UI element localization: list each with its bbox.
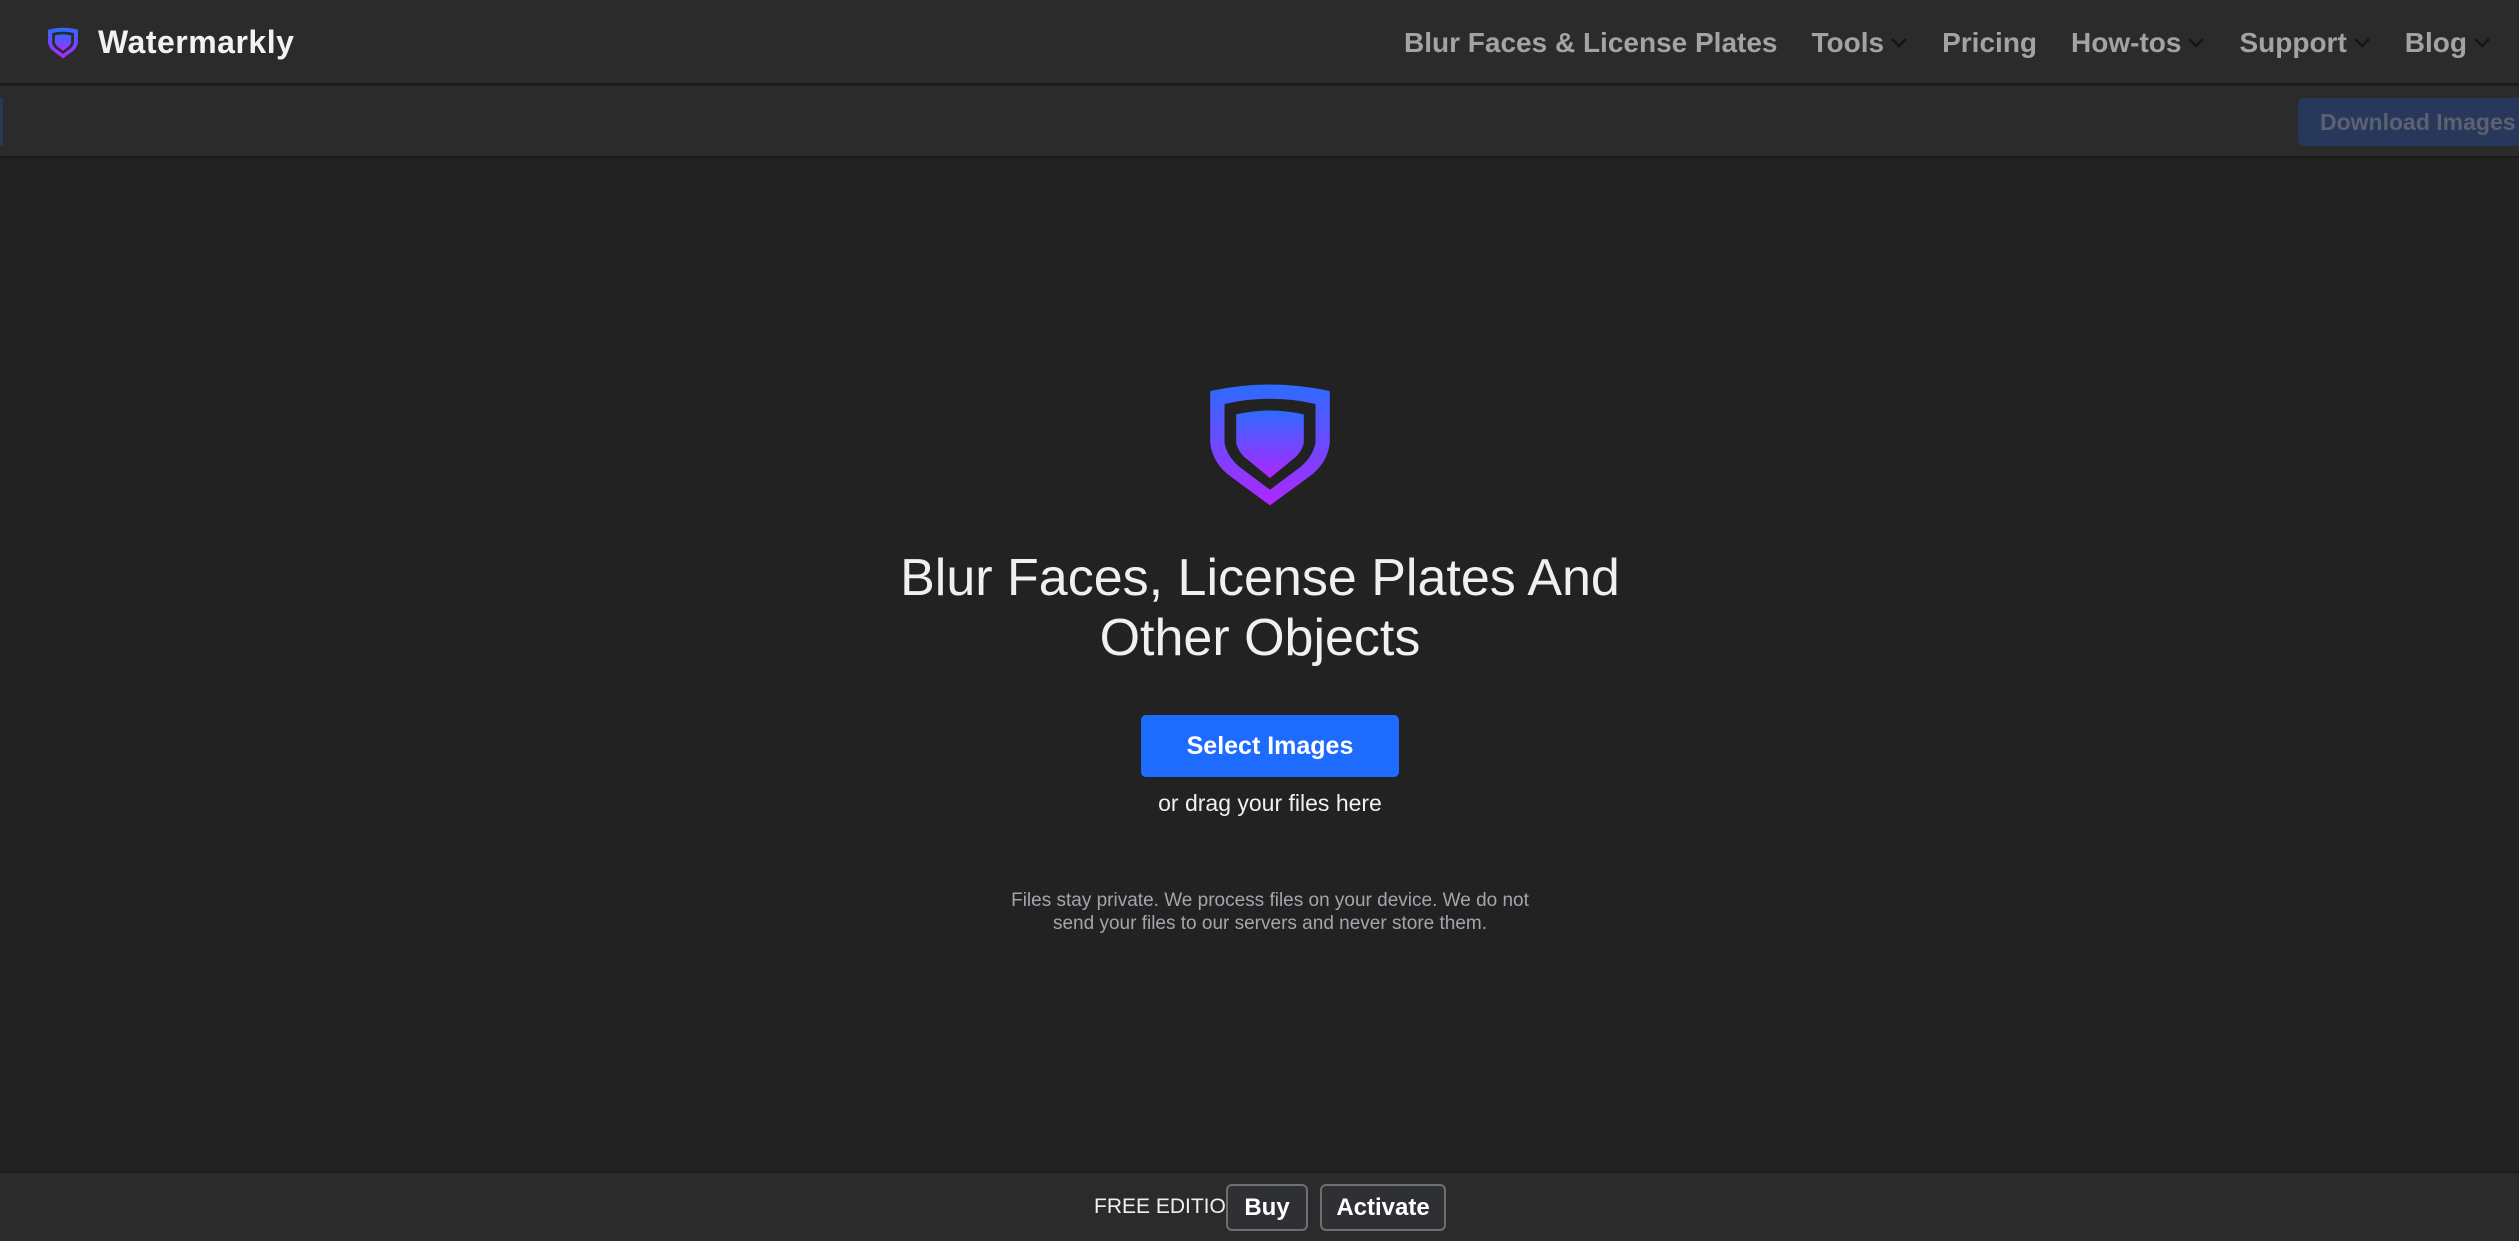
title-line-1: Blur Faces, License Plates And <box>900 549 1620 607</box>
drop-zone[interactable]: Blur Faces, License Plates And Other Obj… <box>0 160 2519 1170</box>
nav-label: Blur Faces & License Plates <box>1404 26 1778 58</box>
download-images-button[interactable]: Download Images <box>2298 98 2519 146</box>
privacy-line-2: send your files to our servers and never… <box>1052 913 1488 934</box>
nav-label: Support <box>2239 26 2347 58</box>
nav-support[interactable]: Support <box>2239 27 2370 59</box>
title-line-2: Other Objects <box>1099 609 1421 667</box>
bottom-bar: FREE EDITION Buy Activate <box>0 1171 2519 1241</box>
nav-blur-faces[interactable]: Blur Faces & License Plates <box>1404 27 1778 59</box>
activate-button[interactable]: Activate <box>1320 1184 1446 1231</box>
nav-label: How-tos <box>2071 26 2182 58</box>
main-nav: Blur Faces & License Plates Tools Pricin… <box>1404 0 2491 85</box>
select-images-button[interactable]: Select Images <box>1141 715 1399 777</box>
drag-hint: or drag your files here <box>1158 790 1382 816</box>
nav-label: Blog <box>2404 26 2467 58</box>
privacy-line-1: Files stay private. We process files on … <box>1011 890 1529 911</box>
nav-label: Pricing <box>1942 26 2038 58</box>
chevron-down-icon <box>1891 37 1907 48</box>
nav-pricing[interactable]: Pricing <box>1942 27 2037 59</box>
nav-label: Tools <box>1811 26 1885 58</box>
chevron-down-icon <box>2188 37 2205 48</box>
nav-how-tos[interactable]: How-tos <box>2071 27 2205 59</box>
chevron-down-icon <box>2353 37 2370 48</box>
buy-button[interactable]: Buy <box>1226 1184 1308 1231</box>
privacy-note: Files stay private. We process files on … <box>990 889 1550 935</box>
brand-logo-link[interactable]: Watermarkly <box>46 20 294 64</box>
edition-label: FREE EDITION <box>1094 1195 1242 1218</box>
action-toolbar: Download Images <box>0 86 2519 158</box>
brand-name: Watermarkly <box>98 23 295 60</box>
shield-logo-icon <box>1210 384 1330 506</box>
page-title: Blur Faces, License Plates And Other Obj… <box>760 548 1760 668</box>
left-panel-handle[interactable] <box>0 98 3 146</box>
shield-logo-icon <box>48 27 78 59</box>
nav-tools[interactable]: Tools <box>1812 27 1909 59</box>
chevron-down-icon <box>2474 37 2490 48</box>
nav-blog[interactable]: Blog <box>2405 27 2491 59</box>
top-header: Watermarkly Blur Faces & License Plates … <box>0 0 2519 85</box>
